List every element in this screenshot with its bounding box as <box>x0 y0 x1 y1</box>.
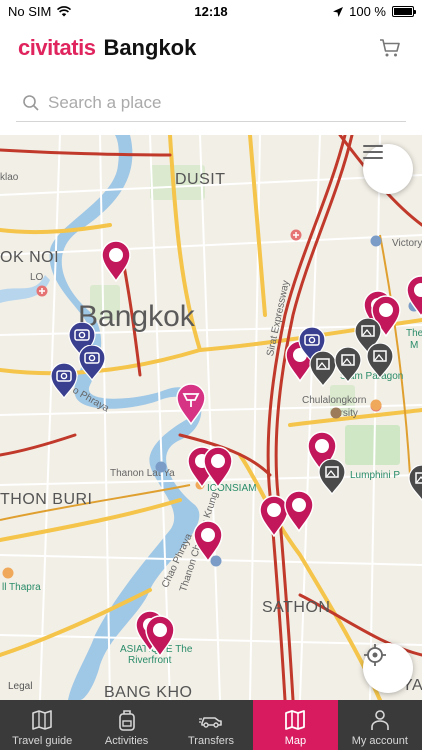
monument-camera-pin[interactable] <box>78 345 106 381</box>
bottom-tab-bar: Travel guide Activities Transfers Map My… <box>0 700 422 750</box>
photo-spot-pin[interactable] <box>309 351 337 387</box>
map-label-lo: LO <box>30 272 44 283</box>
hospital-icon <box>36 285 48 297</box>
search-bar <box>16 84 406 122</box>
activity-pin[interactable] <box>405 275 422 317</box>
map-background <box>0 135 422 700</box>
city-title: Bangkok <box>103 35 197 60</box>
tab-label: Travel guide <box>12 735 73 747</box>
map-label-ok-noi: OK NOI <box>0 249 60 266</box>
map-label-dusit: DUSIT <box>175 171 226 188</box>
photo-spot-pin[interactable] <box>366 343 394 379</box>
activity-pin[interactable] <box>192 520 224 562</box>
map-label-victory: Victory <box>392 238 422 249</box>
battery-icon <box>392 6 416 17</box>
status-right: 100 % <box>333 4 416 19</box>
activity-pin[interactable] <box>100 240 132 282</box>
map-view[interactable]: DUSIT OK NOI Bangkok THON BURI SATHON BA… <box>0 135 422 700</box>
map-label-thapra: ll Thapra <box>2 582 41 593</box>
menu-button[interactable] <box>363 144 413 194</box>
crosshair-icon <box>364 644 386 666</box>
transit-poi-icon <box>155 461 167 473</box>
university-poi-icon <box>330 407 342 419</box>
monument-camera-pin[interactable] <box>50 363 78 399</box>
civitatis-logo[interactable]: civitatis <box>18 35 96 61</box>
car-icon <box>199 717 222 728</box>
tab-label: Activities <box>104 735 149 747</box>
battery-percent: 100 % <box>349 4 386 19</box>
backpack-icon <box>118 710 135 731</box>
activity-pin[interactable] <box>144 615 176 657</box>
tab-map[interactable]: Map <box>253 700 338 750</box>
locate-me-button[interactable] <box>363 643 413 693</box>
tab-transfers[interactable]: Transfers <box>169 700 253 750</box>
tab-label: Transfers <box>187 735 235 747</box>
map-book-icon <box>32 710 53 730</box>
cart-icon[interactable] <box>378 36 402 60</box>
map-label-lumphini: Lumphini P <box>350 470 401 481</box>
tab-travel-guide[interactable]: Travel guide <box>0 700 84 750</box>
activity-pin[interactable] <box>202 446 234 488</box>
tab-my-account[interactable]: My account <box>338 700 422 750</box>
photo-spot-pin[interactable] <box>334 347 362 383</box>
map-label-bang-kho: BANG KHO <box>104 684 193 700</box>
app-header: civitatis Bangkok <box>0 22 422 74</box>
battery-fill <box>394 8 412 15</box>
map-label-klao: klao <box>0 172 19 183</box>
search-icon <box>23 94 39 111</box>
map-label-m: M <box>410 340 419 351</box>
location-arrow-icon <box>333 6 344 17</box>
map-label-sathon: SATHON <box>262 599 331 616</box>
map-label-thon-buri: THON BURI <box>0 491 93 508</box>
user-icon <box>371 710 389 730</box>
map-label-chulalongkorn: Chulalongkorn <box>302 395 367 406</box>
shopping-poi-icon <box>370 399 382 411</box>
status-bar: No SIM 12:18 100 % <box>0 0 422 22</box>
hospital-icon <box>290 229 302 241</box>
map-label-the: The <box>406 328 422 339</box>
photo-spot-pin[interactable] <box>408 465 422 501</box>
tab-label: My account <box>351 735 408 747</box>
map-icon <box>285 710 306 730</box>
tab-activities[interactable]: Activities <box>84 700 168 750</box>
hamburger-icon <box>363 145 383 159</box>
search-input[interactable] <box>48 92 368 113</box>
tab-label: Map <box>284 735 307 747</box>
brand: civitatis Bangkok <box>18 35 196 61</box>
photo-spot-pin[interactable] <box>318 459 346 495</box>
activity-pin[interactable] <box>283 490 315 532</box>
shopping-poi-icon <box>2 567 14 579</box>
transit-poi-icon <box>370 235 382 247</box>
signpost-pin[interactable] <box>175 383 207 425</box>
map-label-legal: Legal <box>8 681 33 692</box>
